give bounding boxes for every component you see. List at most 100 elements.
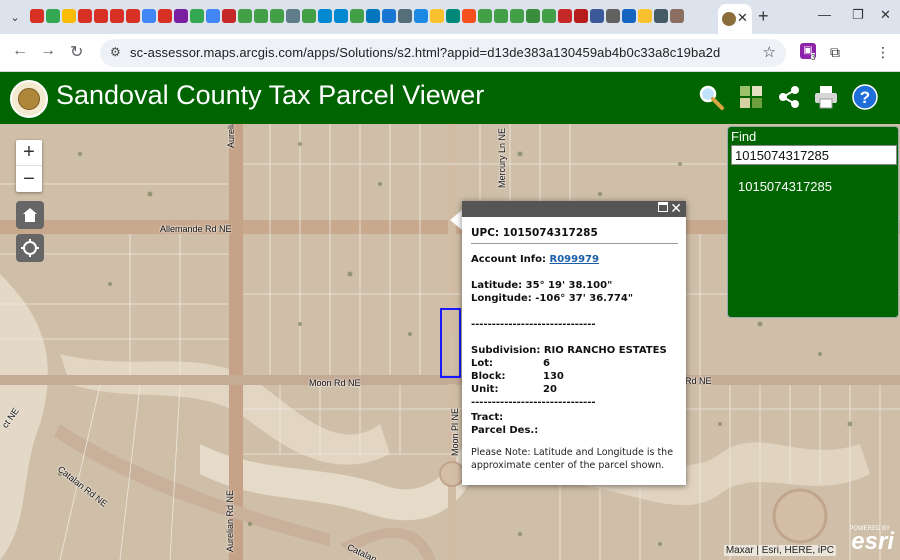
pinned-tab-favicon-icon[interactable]	[30, 9, 44, 23]
pinned-tab-favicon-icon[interactable]	[78, 9, 92, 23]
pinned-tab-favicon-icon[interactable]	[174, 9, 188, 23]
browser-toolbar: ← → ↻ ⚙ sc-assessor.maps.arcgis.com/apps…	[0, 34, 900, 72]
tab-favicon-icon	[722, 12, 736, 26]
new-tab-button[interactable]: +	[758, 6, 769, 27]
pinned-tab-favicon-icon[interactable]	[158, 9, 172, 23]
pinned-tab-favicon-icon[interactable]	[574, 9, 588, 23]
zoom-out-button[interactable]: −	[16, 166, 42, 192]
pinned-tab-favicon-icon[interactable]	[446, 9, 460, 23]
locate-icon	[21, 239, 39, 257]
pinned-tab-favicon-icon[interactable]	[558, 9, 572, 23]
pinned-tab-favicon-icon[interactable]	[430, 9, 444, 23]
pinned-tab-favicon-icon[interactable]	[94, 9, 108, 23]
close-tab-icon[interactable]: ✕	[737, 10, 748, 26]
close-icon[interactable]: ✕	[670, 200, 682, 217]
browser-menu-icon[interactable]: ⋮	[876, 44, 890, 61]
pinned-tab-favicon-icon[interactable]	[142, 9, 156, 23]
unit-row: Unit: 20	[471, 384, 557, 395]
pinned-tab-favicon-icon[interactable]	[126, 9, 140, 23]
pinned-tab-favicon-icon[interactable]	[462, 9, 476, 23]
pinned-tab-favicon-icon[interactable]	[654, 9, 668, 23]
zoom-in-button[interactable]: +	[16, 140, 42, 166]
back-icon[interactable]: ←	[12, 42, 28, 60]
pinned-tab-favicon-icon[interactable]	[670, 9, 684, 23]
account-link[interactable]: R099979	[550, 254, 599, 265]
find-input[interactable]	[731, 145, 897, 165]
selected-parcel-outline[interactable]	[440, 308, 461, 378]
pinned-tab-favicon-icon[interactable]	[318, 9, 332, 23]
pinned-tab-favicon-icon[interactable]	[238, 9, 252, 23]
pinned-tab-favicon-icon[interactable]	[334, 9, 348, 23]
pinned-tab-favicon-icon[interactable]	[606, 9, 620, 23]
pinned-tab-favicon-icon[interactable]	[302, 9, 316, 23]
find-result-item[interactable]: 1015074317285	[738, 179, 832, 194]
forward-icon[interactable]: →	[40, 42, 56, 60]
road-label-allemande: Allemande Rd NE	[160, 224, 232, 234]
print-icon[interactable]	[813, 84, 839, 110]
pinned-tab-favicon-icon[interactable]	[286, 9, 300, 23]
account-info-row: Account Info: R099979	[471, 253, 678, 266]
pinned-tab-favicon-icon[interactable]	[366, 9, 380, 23]
locate-button[interactable]	[16, 234, 44, 262]
zoom-control: + −	[16, 140, 42, 192]
pinned-tab-favicon-icon[interactable]	[46, 9, 60, 23]
bookmark-star-icon[interactable]: ☆	[763, 43, 776, 61]
pinned-tab-favicon-icon[interactable]	[638, 9, 652, 23]
road-label-moon-left: Moon Rd NE	[309, 378, 361, 388]
url-text[interactable]: sc-assessor.maps.arcgis.com/apps/Solutio…	[130, 45, 720, 60]
pinned-tab-favicon-icon[interactable]	[222, 9, 236, 23]
address-bar[interactable]: ⚙ sc-assessor.maps.arcgis.com/apps/Solut…	[100, 39, 786, 67]
pinned-tab-favicon-icon[interactable]	[398, 9, 412, 23]
tab-search-button[interactable]: ⌄	[6, 8, 24, 26]
subdivision-text: Subdivision: RIO RANCHO ESTATES	[471, 345, 667, 356]
pinned-tab-favicon-icon[interactable]	[254, 9, 268, 23]
road-label-aurelian-top: Aurelian Rd NE	[226, 124, 236, 148]
basemap-gallery-icon[interactable]	[738, 84, 764, 110]
county-seal-logo	[10, 80, 48, 118]
pinned-tab-favicon-icon[interactable]	[494, 9, 508, 23]
popup-title: UPC: 1015074317285	[471, 227, 678, 244]
site-info-icon[interactable]: ⚙	[110, 45, 121, 59]
popup-header: ✕	[462, 200, 686, 217]
pinned-tab-favicon-icon[interactable]	[270, 9, 284, 23]
popup-note: Please Note: Latitude and Longitude is t…	[471, 447, 674, 471]
pinned-tabs[interactable]	[30, 9, 720, 25]
pinned-tab-favicon-icon[interactable]	[590, 9, 604, 23]
pinned-tab-favicon-icon[interactable]	[350, 9, 364, 23]
minimize-icon[interactable]: —	[818, 7, 831, 22]
restore-icon[interactable]: ❐	[852, 7, 864, 23]
pinned-tab-favicon-icon[interactable]	[478, 9, 492, 23]
road-label-mercury: Mercury Ln NE	[497, 127, 507, 188]
browser-tabstrip: ⌄ ✕ + — ❐ ✕	[0, 0, 900, 34]
home-button[interactable]	[16, 201, 44, 229]
pinned-tab-favicon-icon[interactable]	[414, 9, 428, 23]
pinned-tab-favicon-icon[interactable]	[62, 9, 76, 23]
separator-text: ------------------------------	[471, 319, 596, 330]
extensions-puzzle-icon[interactable]: ⧉	[830, 44, 840, 61]
find-panel: Find 1015074317285	[727, 126, 899, 318]
popup-pointer	[450, 210, 462, 230]
search-icon[interactable]	[698, 84, 724, 110]
pinned-tab-favicon-icon[interactable]	[382, 9, 396, 23]
pinned-tab-favicon-icon[interactable]	[542, 9, 556, 23]
map-attribution: Maxar | Esri, HERE, iPC	[723, 545, 836, 556]
parcel-des-text: Parcel Des.:	[471, 425, 539, 436]
reload-icon[interactable]: ↻	[70, 42, 83, 62]
lot-row: Lot: 6	[471, 358, 550, 369]
road-label-aurelian-bottom: Aurelian Rd NE	[225, 489, 235, 552]
help-icon[interactable]: ?	[852, 84, 878, 110]
pinned-tab-favicon-icon[interactable]	[622, 9, 636, 23]
block-row: Block: 130	[471, 371, 564, 382]
close-window-icon[interactable]: ✕	[880, 7, 891, 23]
tract-text: Tract:	[471, 412, 504, 423]
pinned-tab-favicon-icon[interactable]	[526, 9, 540, 23]
pinned-tab-favicon-icon[interactable]	[206, 9, 220, 23]
pinned-tab-favicon-icon[interactable]	[110, 9, 124, 23]
pinned-tab-favicon-icon[interactable]	[190, 9, 204, 23]
pinned-tab-favicon-icon[interactable]	[510, 9, 524, 23]
account-label: Account Info:	[471, 254, 547, 265]
share-icon[interactable]	[776, 84, 802, 110]
home-icon	[23, 208, 37, 222]
maximize-icon[interactable]	[658, 202, 668, 212]
active-tab[interactable]: ✕	[718, 4, 752, 34]
